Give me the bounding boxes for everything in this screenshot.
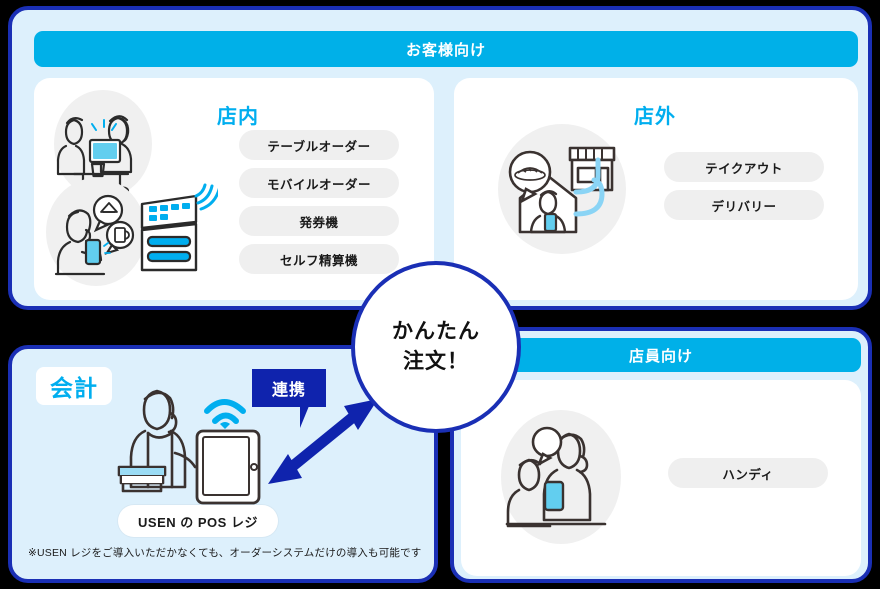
center-bubble: かんたん 注文！ [351,261,521,433]
renkei-callout: 連携 [252,369,326,407]
customer-section-header: お客様向け [34,31,858,67]
pill-takeout[interactable]: テイクアウト [664,152,824,182]
takeout-delivery-illustration [508,146,616,234]
center-bubble-line1: かんたん [392,319,480,343]
pill-handy[interactable]: ハンディ [668,458,828,488]
outstore-heading: 店外 [634,106,676,128]
instore-heading: 店内 [217,106,259,128]
cashier-badge: 会計 [36,367,112,405]
pill-table-order[interactable]: テーブルオーダー [239,130,399,160]
pos-register-button[interactable]: USEN の POS レジ [118,505,278,537]
instore-card: 店内 テーブルオーダー モバイルオーダー 発券機 セルフ精算機 [34,78,434,300]
staff-handy-illustration [505,426,607,528]
pill-delivery[interactable]: デリバリー [664,190,824,220]
center-bubble-line2: 注文！ [403,350,469,373]
pill-mobile-order[interactable]: モバイルオーダー [239,168,399,198]
renkei-callout-tail [300,406,309,428]
ticket-kiosk-illustration [140,183,218,272]
pill-ticket-machine[interactable]: 発券機 [239,206,399,236]
diagram-root: お客様向け 店内 テーブルオーダー モバイルオーダー 発券機 セルフ精算機 店外… [0,0,880,589]
staff-section-header: 店員向け [461,338,861,372]
staff-card: ハンディ [461,380,861,576]
outstore-card: 店外 テイクアウト デリバリー [454,78,858,300]
pill-self-checkout[interactable]: セルフ精算機 [239,244,399,274]
cashier-footnote: ※USEN レジをご導入いただかなくても、オーダーシステムだけの導入も可能です [28,547,422,559]
